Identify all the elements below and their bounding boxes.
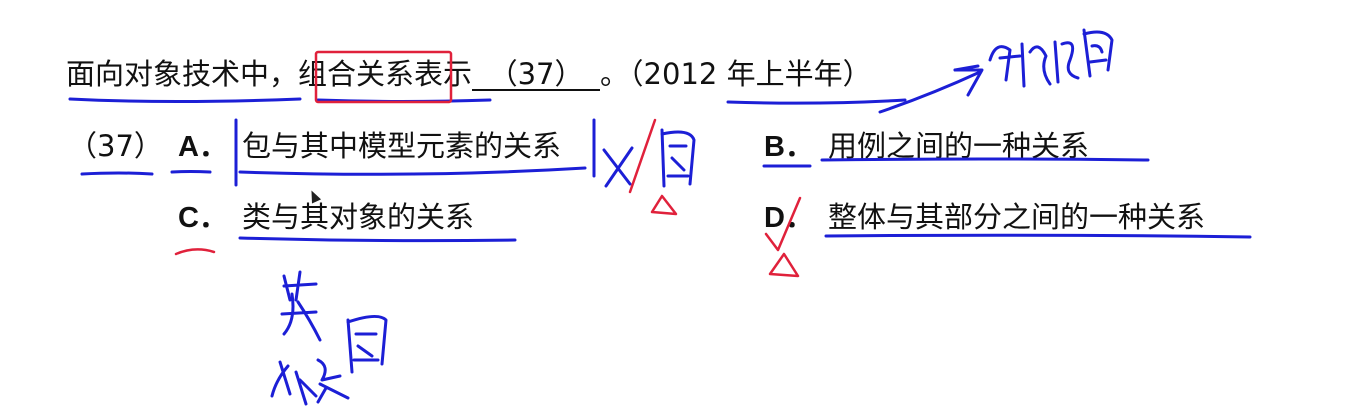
- triangle-mark-a: [650, 194, 678, 216]
- underline-highlight: [316, 98, 492, 103]
- option-c-text: 类与其对象的关系: [241, 200, 474, 234]
- underline-num: [80, 171, 154, 176]
- note-class-object-diagram: [270, 270, 388, 406]
- option-a: A． 包与其中模型元素的关系: [178, 128, 561, 165]
- option-c: C． 类与其对象的关系: [178, 199, 474, 236]
- arrow-to-note: [878, 70, 982, 114]
- option-b-text: 用例之间的一种关系: [827, 129, 1089, 163]
- mark-x: [602, 146, 634, 188]
- underline-option-a-text: [238, 166, 587, 176]
- underline-option-a-letter: [170, 170, 212, 174]
- option-d-letter: D．: [764, 202, 814, 234]
- dash-mark: [953, 64, 980, 72]
- question-prefix: 面向对象技术中，: [66, 57, 299, 91]
- underline-option-c-text: [238, 236, 517, 243]
- strike-slash: [628, 118, 657, 194]
- option-b: B． 用例之间的一种关系: [764, 128, 1089, 165]
- question-highlight: 组合关系: [298, 57, 415, 91]
- underline-option-c-letter: [174, 248, 216, 256]
- option-b-letter: B．: [764, 131, 814, 163]
- option-a-text: 包与其中模型元素的关系: [241, 129, 561, 163]
- question-source: 。（2012 年上半年）: [600, 57, 872, 91]
- option-d: D． 整体与其部分之间的一种关系: [764, 199, 1205, 236]
- question-suffix: 表示: [414, 57, 473, 91]
- question-number: （37）: [68, 129, 163, 163]
- underline-source: [726, 98, 907, 105]
- note-usecase-diagram: [988, 28, 1114, 88]
- answer-blank: （37）: [472, 59, 601, 91]
- underline-question-start: [68, 97, 302, 103]
- option-a-letter: A．: [178, 131, 228, 163]
- triangle-mark-d: [768, 252, 800, 278]
- arrow-head: [953, 68, 984, 97]
- option-c-letter: C．: [178, 202, 228, 234]
- mark-figure: [660, 128, 696, 188]
- option-d-text: 整体与其部分之间的一种关系: [827, 200, 1205, 234]
- question-text: 面向对象技术中，组合关系表示 （37） 。（2012 年上半年）: [66, 56, 872, 92]
